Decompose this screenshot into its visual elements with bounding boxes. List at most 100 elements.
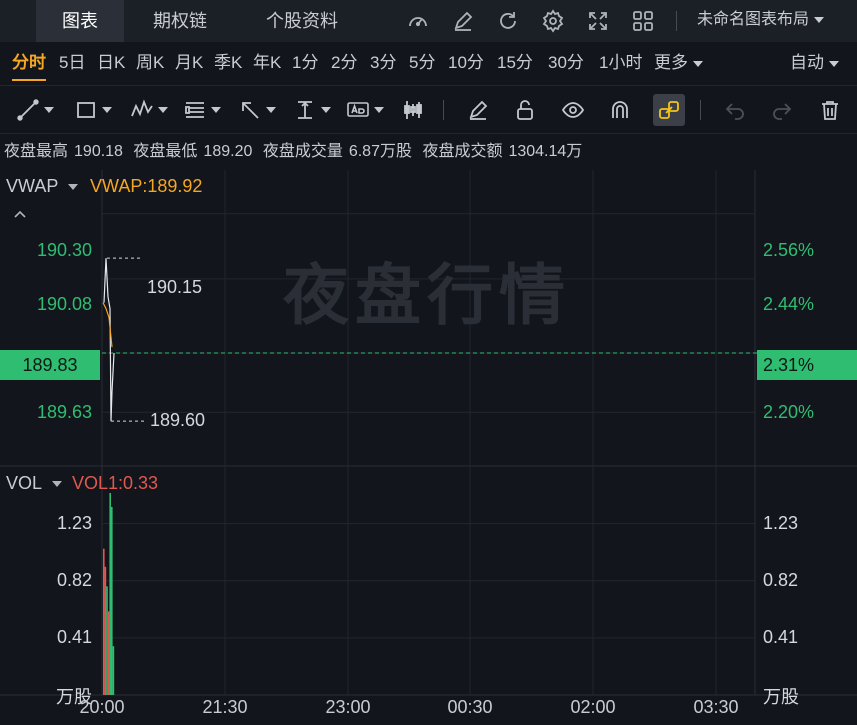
gear-icon[interactable]: [541, 9, 565, 33]
tab-chart[interactable]: 图表: [36, 0, 124, 42]
redo-tool[interactable]: [768, 96, 798, 124]
chevron-down-icon: [52, 481, 63, 488]
arrow-tool[interactable]: [236, 96, 276, 124]
price-line: [103, 258, 115, 422]
period-15m[interactable]: 15分: [497, 42, 533, 84]
volume-bar: [111, 506, 113, 695]
x-tick-label: 21:30: [202, 697, 248, 717]
lock-tool[interactable]: [511, 96, 541, 124]
refresh-icon[interactable]: [496, 9, 520, 33]
low-value: 189.20: [203, 143, 253, 160]
x-tick-label: 23:00: [325, 697, 371, 717]
fibonacci-tool[interactable]: [181, 96, 221, 124]
low-marker-label: 189.60: [150, 410, 206, 430]
speedometer-icon[interactable]: [406, 9, 430, 33]
link-icon: [659, 101, 679, 119]
amount-label: 夜盘成交额: [422, 143, 503, 160]
edit-icon[interactable]: [451, 9, 475, 33]
link-tool[interactable]: [653, 94, 685, 126]
y-right-tick: 2.56%: [763, 240, 815, 260]
layout-selector[interactable]: 未命名图表布局: [697, 0, 825, 42]
vol-y-right-tick: 1.23: [763, 513, 799, 533]
fibonacci-icon: [185, 102, 204, 118]
auto-label: 自动: [790, 53, 824, 72]
volume-bar: [107, 611, 110, 695]
night-session-info: 夜盘最高 190.18 夜盘最低 189.20 夜盘成交量 6.87万股 夜盘成交额 1…: [4, 138, 588, 166]
chevron-down-icon: [211, 107, 221, 113]
period-5m[interactable]: 5分: [409, 42, 435, 84]
grid-layout-icon[interactable]: [631, 9, 655, 33]
volume-bar: [104, 566, 107, 695]
period-2m[interactable]: 2分: [331, 42, 357, 84]
trend-line-tool[interactable]: [14, 96, 54, 124]
period-bar: 分时 5日 日K 周K 月K 季K 年K 1分 2分 3分 5分 10分 15分…: [0, 42, 857, 86]
period-monthly[interactable]: 月K: [175, 42, 203, 84]
low-label: 夜盘最低: [133, 143, 198, 160]
period-daily[interactable]: 日K: [97, 42, 125, 84]
trash-icon: [822, 101, 838, 120]
volume-indicator-name: VOL: [6, 473, 43, 493]
more-periods-button[interactable]: 更多: [654, 42, 703, 84]
vol-unit-right: 万股: [763, 687, 799, 707]
tab-stock-profile[interactable]: 个股资料: [246, 0, 358, 42]
y-left-tick: 190.30: [36, 240, 92, 260]
auto-scale-button[interactable]: 自动: [790, 42, 839, 84]
period-1h[interactable]: 1小时: [599, 42, 642, 84]
text-box-icon: [347, 102, 369, 117]
period-10m[interactable]: 10分: [448, 42, 484, 84]
chevron-down-icon: [693, 60, 703, 67]
period-yearly[interactable]: 年K: [253, 42, 281, 84]
trend-line-icon: [17, 99, 39, 121]
y-left-tick: 189.63: [36, 402, 92, 422]
period-5d[interactable]: 5日: [59, 42, 85, 84]
volume-label: 夜盘成交量: [262, 143, 343, 160]
high-label: 夜盘最高: [4, 143, 69, 160]
text-tool[interactable]: [344, 96, 384, 124]
pencil-icon: [469, 100, 488, 120]
period-weekly[interactable]: 周K: [136, 42, 164, 84]
divider: [700, 100, 701, 120]
last-change-pct-label: 2.31%: [757, 350, 857, 380]
vwap-value: VWAP:189.92: [90, 176, 203, 196]
vol-unit-left: 万股: [56, 687, 92, 707]
vol-y-left-tick: 1.23: [56, 513, 92, 533]
divider: [443, 100, 444, 120]
brush-tool[interactable]: [464, 96, 494, 124]
rectangle-tool[interactable]: [72, 96, 112, 124]
more-label: 更多: [654, 53, 688, 72]
chevron-down-icon: [321, 107, 331, 113]
period-30m[interactable]: 30分: [548, 42, 584, 84]
pattern-tool[interactable]: [128, 96, 168, 124]
undo-tool[interactable]: [721, 96, 751, 124]
layout-name-label: 未命名图表布局: [697, 11, 810, 28]
undo-icon: [725, 103, 744, 120]
chevron-down-icon: [266, 107, 276, 113]
arrow-icon: [242, 102, 259, 119]
price-indicator-selector[interactable]: VWAP: [6, 176, 79, 197]
chevron-down-icon: [68, 184, 79, 191]
chevron-down-icon: [374, 107, 384, 113]
volume-indicator-selector[interactable]: VOL: [6, 473, 63, 494]
magnet-tool[interactable]: [606, 96, 636, 124]
tab-option-chain[interactable]: 期权链: [134, 0, 226, 42]
magnet-icon: [612, 101, 628, 118]
period-intraday[interactable]: 分时: [12, 42, 46, 84]
candle-tool[interactable]: [399, 96, 429, 124]
volume-value: 6.87万股: [348, 143, 412, 160]
period-3m[interactable]: 3分: [370, 42, 396, 84]
chevron-down-icon: [829, 60, 839, 67]
delete-tool[interactable]: [816, 96, 846, 124]
measure-tool[interactable]: [291, 96, 331, 124]
chevron-down-icon: [158, 107, 168, 113]
period-quarterly[interactable]: 季K: [214, 42, 242, 84]
period-1m[interactable]: 1分: [292, 42, 318, 84]
volume-bar: [106, 586, 108, 695]
high-value: 190.18: [74, 143, 123, 160]
high-marker-label: 190.15: [147, 277, 203, 297]
chart-area[interactable]: 夜盘行情 VWAP VWAP:189.92 190.30 190.08 189.…: [0, 170, 857, 725]
volume-bar: [103, 548, 105, 695]
price-indicator-name: VWAP: [6, 176, 59, 196]
visibility-tool[interactable]: [559, 96, 589, 124]
fullscreen-icon[interactable]: [586, 9, 610, 33]
chevron-down-icon: [102, 107, 112, 113]
